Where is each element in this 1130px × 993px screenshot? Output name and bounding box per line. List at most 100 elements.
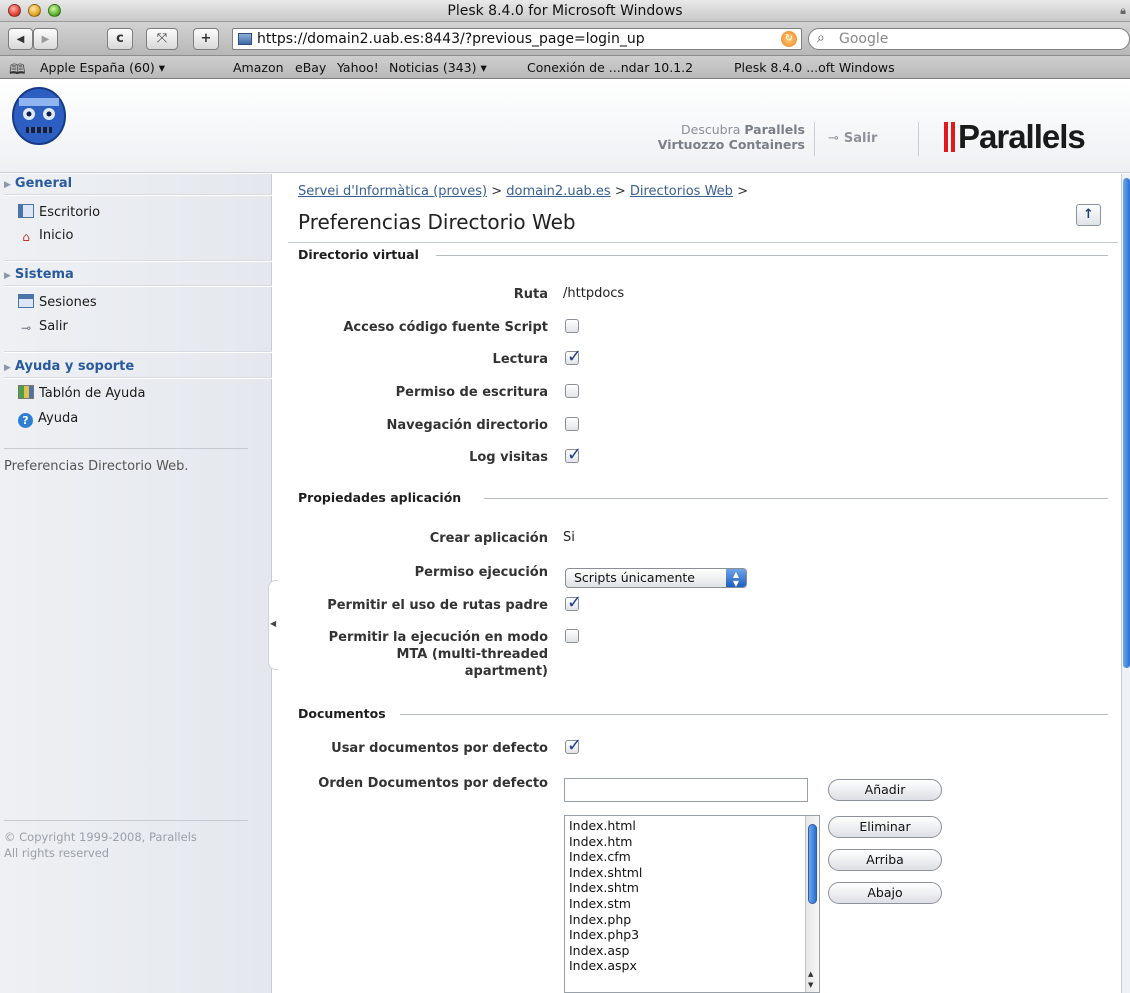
mta-label: Permitir la ejecución en modo MTA (multi… [328,630,548,679]
url-reload-icon[interactable]: ↻ [781,31,797,47]
up-arrow-icon: ↑ [1083,207,1094,222]
list-item[interactable]: Index.shtm [569,880,815,896]
expand-triangle-icon: ▶ [4,180,11,190]
expand-triangle-icon: ▶ [4,271,11,281]
script-source-checkbox[interactable] [565,319,579,333]
header-divider [918,122,919,156]
divider [4,820,248,821]
exit-icon: ⊸ [828,131,839,146]
read-checkbox[interactable] [565,346,582,367]
write-label: Permiso de escritura [395,385,548,400]
create-app-label: Crear aplicación [429,531,548,546]
page-scrollbar[interactable] [1121,174,1130,993]
breadcrumb-link[interactable]: Servei d'Informàtica (proves) [298,184,487,199]
sidebar-collapse-handle[interactable]: ◀ [268,580,278,670]
exec-permission-select[interactable]: Scripts únicamente ▲ ▼ [565,568,747,588]
up-level-button[interactable]: ↑ [1076,204,1101,226]
browsing-label: Navegación directorio [386,418,548,433]
breadcrumb-link[interactable]: domain2.uab.es [506,184,610,199]
list-item[interactable]: Index.stm [569,896,815,912]
list-item[interactable]: Index.cfm [569,849,815,865]
promo-link[interactable]: Descubra Parallels Virtuozzo Containers [595,122,805,152]
bookmark-item[interactable]: Yahoo! [337,60,379,75]
fieldset-heading-documents: Documentos [298,706,386,721]
bookmark-item[interactable]: Conexión de ...ndar 10.1.2 [527,60,693,75]
select-stepper-icon: ▲ ▼ [726,569,746,588]
logout-link[interactable]: ⊸ Salir [828,131,877,146]
list-item[interactable]: Index.shtml [569,865,815,881]
sidebar-section-ayuda[interactable]: ▶ Ayuda y soporte [4,359,276,377]
move-down-button[interactable]: Abajo [828,882,942,904]
snapback-button[interactable]: ⤧ [146,28,178,50]
remove-button[interactable]: Eliminar [828,816,942,838]
list-scrollbar[interactable]: ▲ ▼ [805,816,819,992]
list-item[interactable]: Index.php3 [569,927,815,943]
bookmark-item[interactable]: Plesk 8.4.0 ...oft Windows [734,60,895,75]
parent-paths-label: Permitir el uso de rutas padre [327,598,548,613]
browsing-checkbox[interactable] [565,417,579,431]
exec-permission-label: Permiso ejecución [414,565,548,580]
sidebar-item-inicio[interactable]: ⌂ Inicio [18,228,73,246]
script-source-label: Acceso código fuente Script [343,320,548,335]
fieldset-rule [436,255,1108,256]
help-icon: ? [18,413,33,428]
sidebar-item-sesiones[interactable]: Sesiones [18,294,97,312]
list-item[interactable]: Index.htm [569,834,815,850]
bookmark-item[interactable]: eBay [295,60,326,75]
sidebar-section-sistema[interactable]: ▶ Sistema [4,267,276,285]
back-button[interactable]: ◀ [8,28,33,50]
write-checkbox[interactable] [565,384,579,398]
log-checkbox[interactable] [565,444,582,465]
search-placeholder: Google [839,31,889,47]
scroll-down-arrow-icon[interactable]: ▼ [808,981,813,989]
page-scroll-thumb[interactable] [1123,178,1130,668]
ruta-label: Ruta [513,287,548,302]
sessions-icon [18,294,34,308]
section-divider [4,260,272,262]
add-button[interactable]: Añadir [828,779,942,801]
parent-paths-checkbox[interactable] [565,592,582,613]
mta-checkbox[interactable] [565,629,579,643]
default-docs-list[interactable]: Index.html Index.htm Index.cfm Index.sht… [564,815,820,993]
sidebar-item-tablon[interactable]: Tablón de Ayuda [18,385,146,403]
scroll-up-arrow-icon[interactable]: ▲ [808,970,813,978]
address-bar[interactable]: https://domain2.uab.es:8443/?previous_pa… [232,28,802,50]
bookmarks-bar: 🕮 Apple España (60) ▾ Amazon eBay Yahoo!… [0,56,1130,79]
bookmark-item[interactable]: Noticias (343) ▾ [389,60,487,75]
help-board-icon [18,385,34,399]
sidebar-item-ayuda[interactable]: ? Ayuda [18,411,78,429]
bookmark-item[interactable]: Amazon [233,60,284,75]
bookmark-item[interactable]: Apple España (60) ▾ [40,60,165,75]
search-field[interactable]: ⌕ Google [808,28,1130,50]
sidebar-item-escritorio[interactable]: Escritorio [18,204,100,222]
section-divider [4,194,272,196]
sidebar-item-salir[interactable]: ⊸ Salir [18,319,68,337]
window-title: Plesk 8.4.0 for Microsoft Windows [447,3,683,19]
add-bookmark-button[interactable]: + [193,28,219,50]
default-docs-checkbox[interactable] [565,735,582,756]
read-label: Lectura [492,352,548,367]
sidebar-section-general[interactable]: ▶ General [4,176,276,194]
list-item[interactable]: Index.aspx [569,958,815,974]
search-icon: ⌕ [817,30,825,46]
sidebar: ▶ General Escritorio ⌂ Inicio ▶ Sistema Ses… [0,174,272,993]
list-item[interactable]: Index.html [569,818,815,834]
move-up-button[interactable]: Arriba [828,849,942,871]
list-item[interactable]: Index.php [569,912,815,928]
doc-order-input[interactable] [564,778,808,802]
home-icon: ⌂ [22,230,30,244]
reload-button[interactable]: c [107,28,133,50]
parallels-brand-logo[interactable]: Parallels [944,120,1086,156]
plesk-header: Descubra Parallels Virtuozzo Containers … [0,80,1130,173]
plesk-logo-icon[interactable] [6,82,72,148]
breadcrumb-link[interactable]: Directorios Web [630,184,733,199]
create-app-value: Si [563,530,575,545]
fieldset-heading-app-props: Propiedades aplicación [298,490,462,505]
fieldset-rule [400,714,1108,715]
page-title: Preferencias Directorio Web [298,210,576,234]
section-divider [4,351,272,353]
list-scroll-thumb[interactable] [808,824,817,904]
divider [288,242,1118,243]
forward-button[interactable]: ▶ [33,28,58,50]
list-item[interactable]: Index.asp [569,943,815,959]
